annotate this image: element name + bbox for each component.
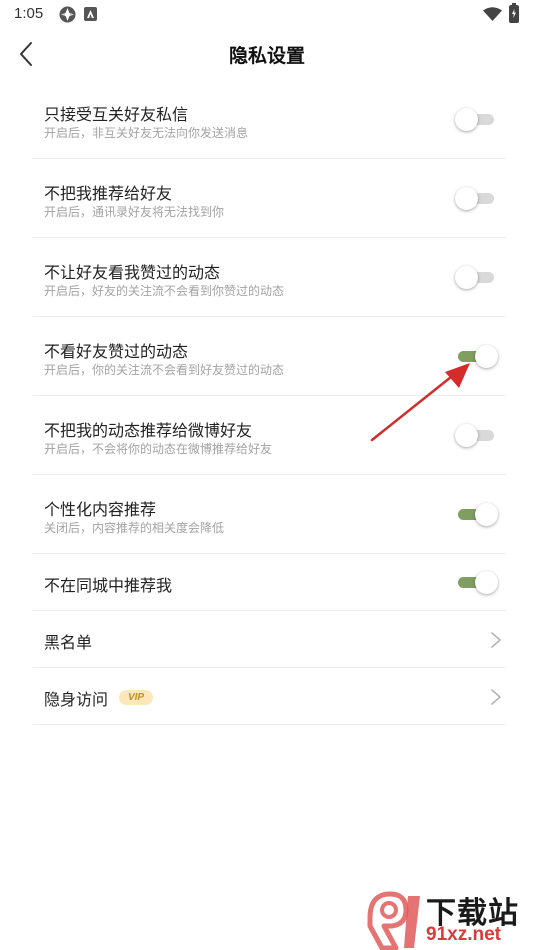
nav-bar: 隐私设置 [0, 30, 534, 78]
setting-subtitle: 开启后，你的关注流不会看到好友赞过的动态 [44, 363, 285, 377]
app-a-icon [84, 7, 97, 21]
no-recommend-to-friends-toggle[interactable] [455, 187, 494, 210]
setting-row-hide-friends-likes: 不看好友赞过的动态 开启后，你的关注流不会看到好友赞过的动态 [33, 317, 506, 396]
hide-my-likes-toggle[interactable] [455, 266, 494, 289]
personalized-content-toggle[interactable] [458, 503, 498, 526]
hide-friends-likes-toggle[interactable] [458, 345, 498, 368]
status-bar: 1:05 [0, 0, 534, 30]
chevron-right-icon [491, 689, 501, 705]
page-title: 隐私设置 [228, 45, 305, 67]
setting-title: 个性化内容推荐 [44, 500, 157, 519]
setting-subtitle: 关闭后，内容推荐的相关度会降低 [44, 521, 225, 535]
setting-row-no-recommend-to-friends: 不把我推荐给好友 开启后，通讯录好友将无法找到你 [33, 159, 506, 238]
chevron-right-icon [491, 632, 501, 648]
setting-title: 不看好友赞过的动态 [44, 342, 189, 361]
setting-title: 不把我推荐给好友 [44, 184, 173, 203]
setting-row-hide-my-likes: 不让好友看我赞过的动态 开启后，好友的关注流不会看到你赞过的动态 [33, 238, 506, 317]
setting-row-personalized-content: 个性化内容推荐 关闭后，内容推荐的相关度会降低 [33, 475, 506, 554]
setting-subtitle: 开启后，不会将你的动态在微博推荐给好友 [44, 442, 273, 456]
stealth-visit-label: 隐身访问 [44, 690, 109, 709]
setting-title: 不让好友看我赞过的动态 [44, 263, 221, 282]
no-local-recommend-toggle[interactable] [458, 571, 498, 594]
stealth-visit-link[interactable]: 隐身访问 VIP [33, 668, 506, 725]
blacklist-label: 黑名单 [44, 633, 93, 652]
setting-subtitle: 开启后，非互关好友无法向你发送消息 [44, 126, 249, 140]
settings-list: 只接受互关好友私信 开启后，非互关好友无法向你发送消息 不把我推荐给好友 开启后… [33, 80, 506, 725]
status-time: 1:05 [14, 5, 44, 22]
setting-title: 不在同城中推荐我 [44, 576, 173, 595]
wifi-icon [483, 7, 502, 21]
setting-row-no-local-recommend: 不在同城中推荐我 [33, 554, 506, 611]
setting-row-mutual-dm: 只接受互关好友私信 开启后，非互关好友无法向你发送消息 [33, 80, 506, 159]
watermark-url: 91xz.net [426, 924, 501, 945]
battery-icon [509, 3, 519, 23]
mutual-dm-toggle[interactable] [455, 108, 494, 131]
vip-badge: VIP [119, 690, 153, 705]
setting-row-no-weibo-recommend: 不把我的动态推荐给微博好友 开启后，不会将你的动态在微博推荐给好友 [33, 396, 506, 475]
no-weibo-recommend-toggle[interactable] [455, 424, 494, 447]
setting-subtitle: 开启后，好友的关注流不会看到你赞过的动态 [44, 284, 285, 298]
setting-subtitle: 开启后，通讯录好友将无法找到你 [44, 205, 225, 219]
setting-title: 不把我的动态推荐给微博好友 [44, 421, 253, 440]
watermark: 下载站 91xz.net [362, 888, 534, 950]
setting-title: 只接受互关好友私信 [44, 105, 189, 124]
watermark-logo-icon [367, 891, 420, 950]
app-notification-icon [59, 6, 76, 23]
blacklist-link[interactable]: 黑名单 [33, 611, 506, 668]
